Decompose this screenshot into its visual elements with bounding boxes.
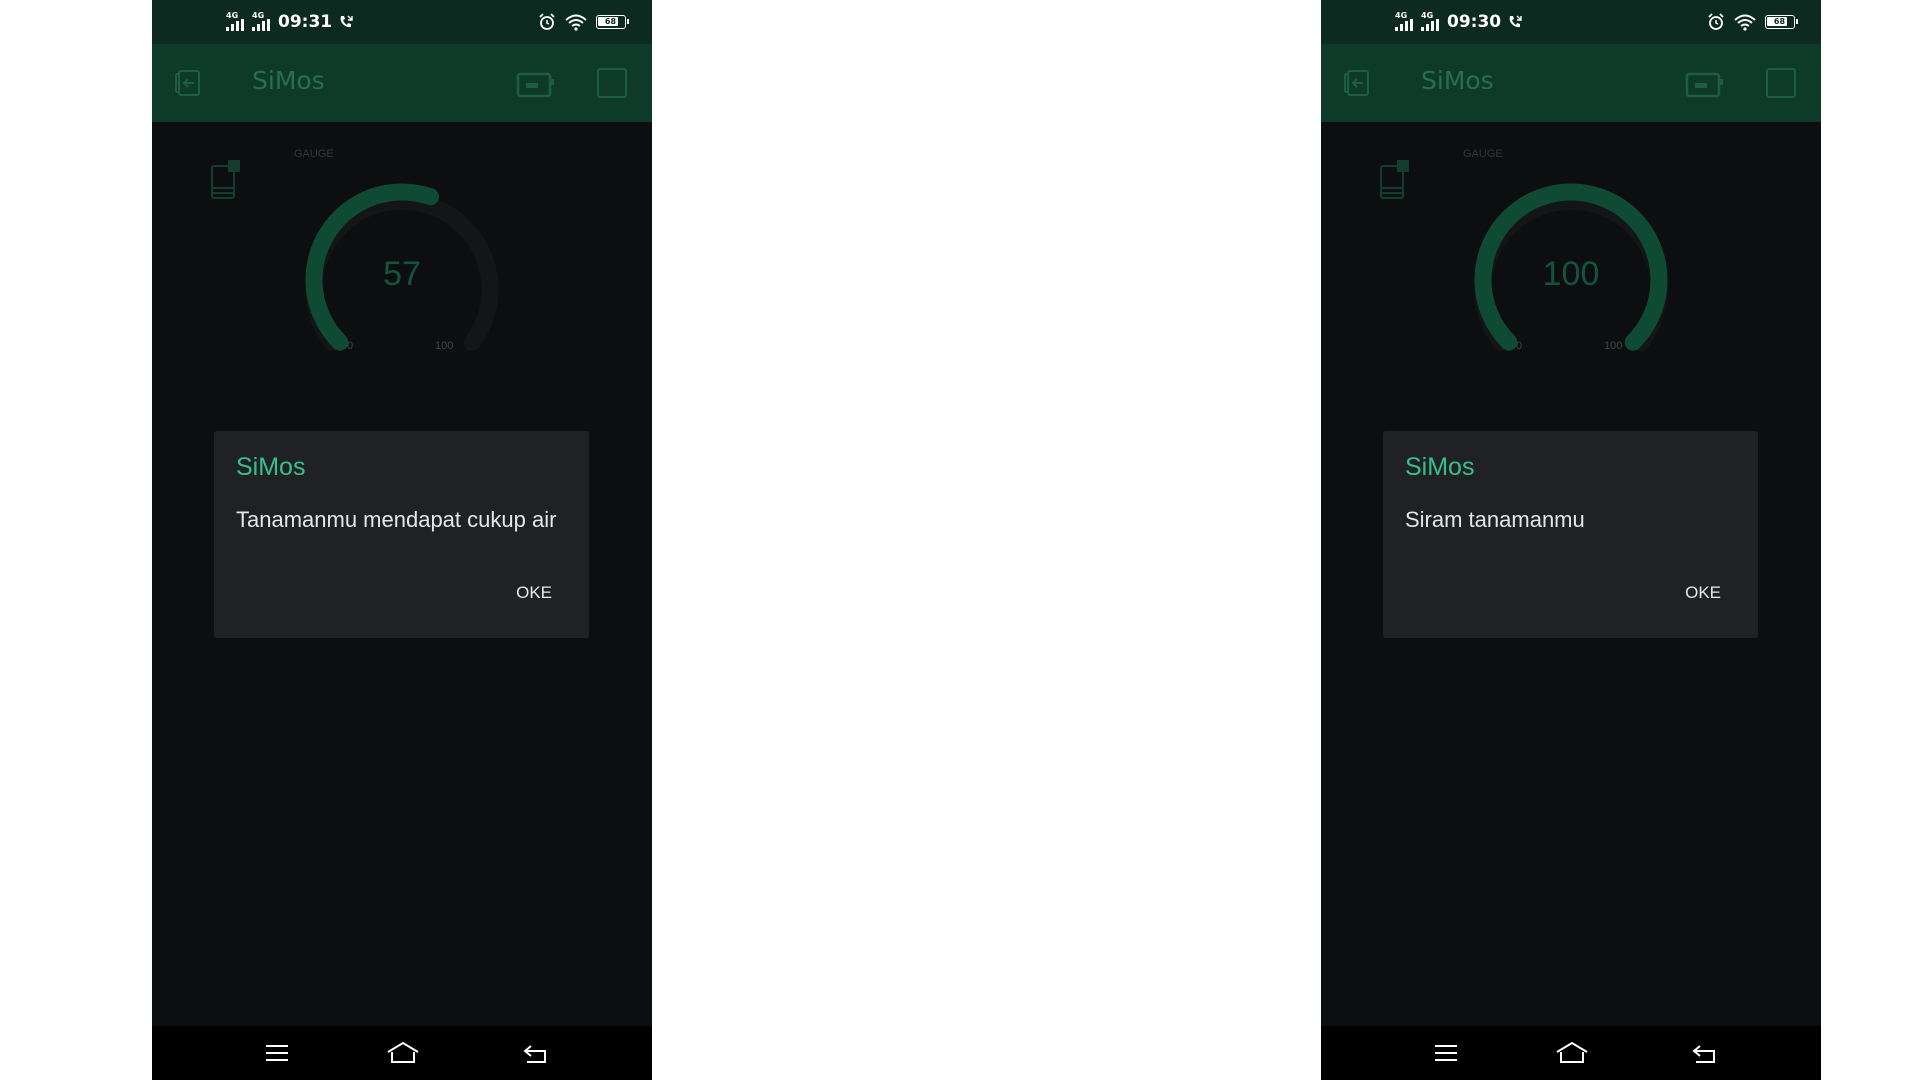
menu-icon[interactable] bbox=[1432, 1040, 1460, 1066]
battery-icon: 68 bbox=[1765, 15, 1798, 29]
status-time: 09:30 bbox=[1447, 12, 1502, 32]
alert-dialog: SiMos Siram tanamanmu OKE bbox=[1383, 431, 1758, 638]
gauge-value: 100 bbox=[1542, 255, 1600, 293]
device-icon[interactable] bbox=[1685, 70, 1725, 98]
dialog-title: SiMos bbox=[1405, 453, 1475, 481]
back-arrow-icon[interactable] bbox=[1690, 1040, 1718, 1066]
gauge-min: 0 bbox=[1516, 340, 1523, 352]
gauge-min: 0 bbox=[347, 340, 354, 352]
status-time: 09:31 bbox=[278, 12, 333, 32]
battery-level: 68 bbox=[1773, 17, 1786, 26]
navigation-bar bbox=[152, 1026, 652, 1080]
wifi-icon bbox=[565, 14, 587, 31]
alarm-icon bbox=[1708, 13, 1724, 30]
signal-icon: 4G bbox=[252, 11, 272, 31]
gauge-label: GAUGE bbox=[1463, 148, 1503, 160]
battery-icon: 68 bbox=[596, 15, 629, 29]
device-icon[interactable] bbox=[516, 70, 556, 98]
gauge-max: 100 bbox=[435, 340, 454, 352]
navigation-bar bbox=[1321, 1026, 1821, 1080]
menu-icon[interactable] bbox=[263, 1040, 291, 1066]
home-icon[interactable] bbox=[1555, 1040, 1589, 1066]
app-bar: SiMos bbox=[1321, 44, 1821, 122]
dialog-ok-button[interactable]: OKE bbox=[1685, 583, 1721, 603]
back-exit-icon[interactable] bbox=[1343, 68, 1373, 98]
gauge-value: 57 bbox=[383, 255, 421, 293]
signal-icon: 4G bbox=[226, 11, 246, 31]
battery-level: 68 bbox=[604, 17, 617, 26]
square-icon[interactable] bbox=[597, 68, 627, 98]
app-title: SiMos bbox=[1421, 66, 1494, 95]
phone-screen-right: 4G 4G 09:30 68 SiMos GAUGE 100 0 100 SiM… bbox=[1321, 0, 1821, 1080]
widget-box-icon bbox=[211, 160, 240, 199]
status-bar: 4G 4G 09:31 68 bbox=[152, 0, 652, 44]
alert-dialog: SiMos Tanamanmu mendapat cukup air OKE bbox=[214, 431, 589, 638]
dialog-title: SiMos bbox=[236, 453, 306, 481]
dialog-message: Tanamanmu mendapat cukup air bbox=[236, 507, 557, 532]
app-bar: SiMos bbox=[152, 44, 652, 122]
widget-box-icon bbox=[1380, 160, 1409, 199]
square-icon[interactable] bbox=[1766, 68, 1796, 98]
app-title: SiMos bbox=[252, 66, 325, 95]
wifi-icon bbox=[1734, 14, 1756, 31]
phone-screen-left: 4G 4G 09:31 68 SiMos GAUGE 57 0 100 SiMo… bbox=[152, 0, 652, 1080]
call-icon bbox=[340, 15, 353, 28]
signal-icon: 4G bbox=[1395, 11, 1415, 31]
gauge-label: GAUGE bbox=[294, 148, 334, 160]
dialog-ok-button[interactable]: OKE bbox=[516, 583, 552, 603]
back-arrow-icon[interactable] bbox=[521, 1040, 549, 1066]
signal-icon: 4G bbox=[1421, 11, 1441, 31]
home-icon[interactable] bbox=[386, 1040, 420, 1066]
status-bar: 4G 4G 09:30 68 bbox=[1321, 0, 1821, 44]
gauge-max: 100 bbox=[1604, 340, 1623, 352]
back-exit-icon[interactable] bbox=[174, 68, 204, 98]
alarm-icon bbox=[539, 13, 555, 30]
call-icon bbox=[1509, 15, 1522, 28]
dialog-message: Siram tanamanmu bbox=[1405, 507, 1585, 532]
